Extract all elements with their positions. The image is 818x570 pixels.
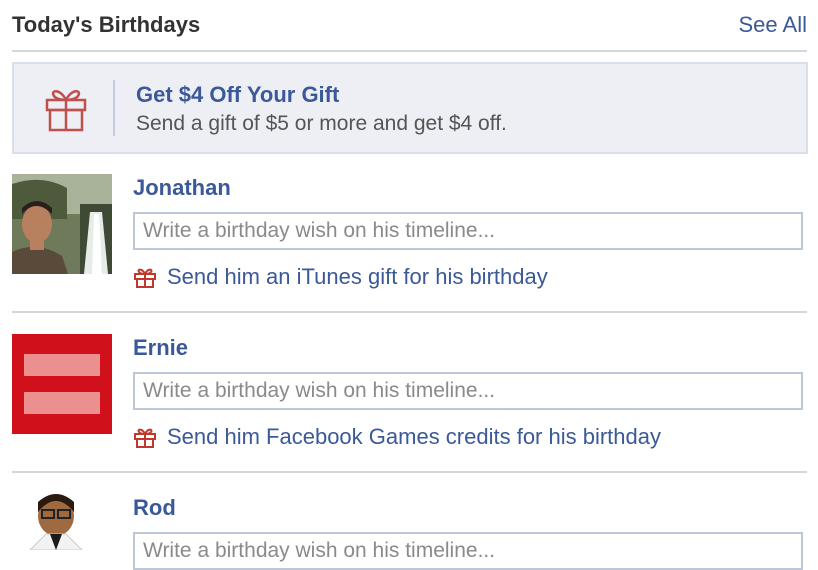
birthdays-header: Today's Birthdays See All <box>12 0 807 52</box>
gift-icon <box>134 428 156 448</box>
gift-link-text[interactable]: Send him Facebook Games credits for his … <box>167 424 661 449</box>
see-all-link[interactable]: See All <box>739 12 808 38</box>
birthday-item: Ernie Send him Facebook Games credits fo… <box>12 334 807 474</box>
friend-name[interactable]: Jonathan <box>133 175 231 201</box>
birthday-wish-input[interactable] <box>133 372 803 410</box>
gift-icon <box>45 90 87 132</box>
friend-name[interactable]: Ernie <box>133 335 188 361</box>
avatar[interactable] <box>12 174 112 274</box>
send-gift-link[interactable]: Send him an iTunes gift for his birthday <box>133 264 548 294</box>
gift-icon <box>134 268 156 288</box>
promo-divider <box>113 80 115 136</box>
gift-promo-banner[interactable]: Get $4 Off Your Gift Send a gift of $5 o… <box>12 62 808 154</box>
avatar[interactable] <box>12 334 112 434</box>
birthday-wish-input[interactable] <box>133 212 803 250</box>
gift-link-text[interactable]: Send him an iTunes gift for his birthday <box>167 264 548 289</box>
promo-subtitle: Send a gift of $5 or more and get $4 off… <box>136 112 507 135</box>
send-gift-link[interactable]: Send him Facebook Games credits for his … <box>133 424 661 454</box>
birthday-item: Rod <box>12 494 807 570</box>
birthday-item: Jonathan Send him an iTunes gift for his… <box>12 174 807 314</box>
page-title: Today's Birthdays <box>12 12 201 37</box>
row-divider <box>12 311 807 313</box>
avatar[interactable] <box>12 494 112 550</box>
friend-name[interactable]: Rod <box>133 495 176 521</box>
birthday-wish-input[interactable] <box>133 532 803 570</box>
promo-title[interactable]: Get $4 Off Your Gift <box>136 82 339 108</box>
row-divider <box>12 471 807 473</box>
